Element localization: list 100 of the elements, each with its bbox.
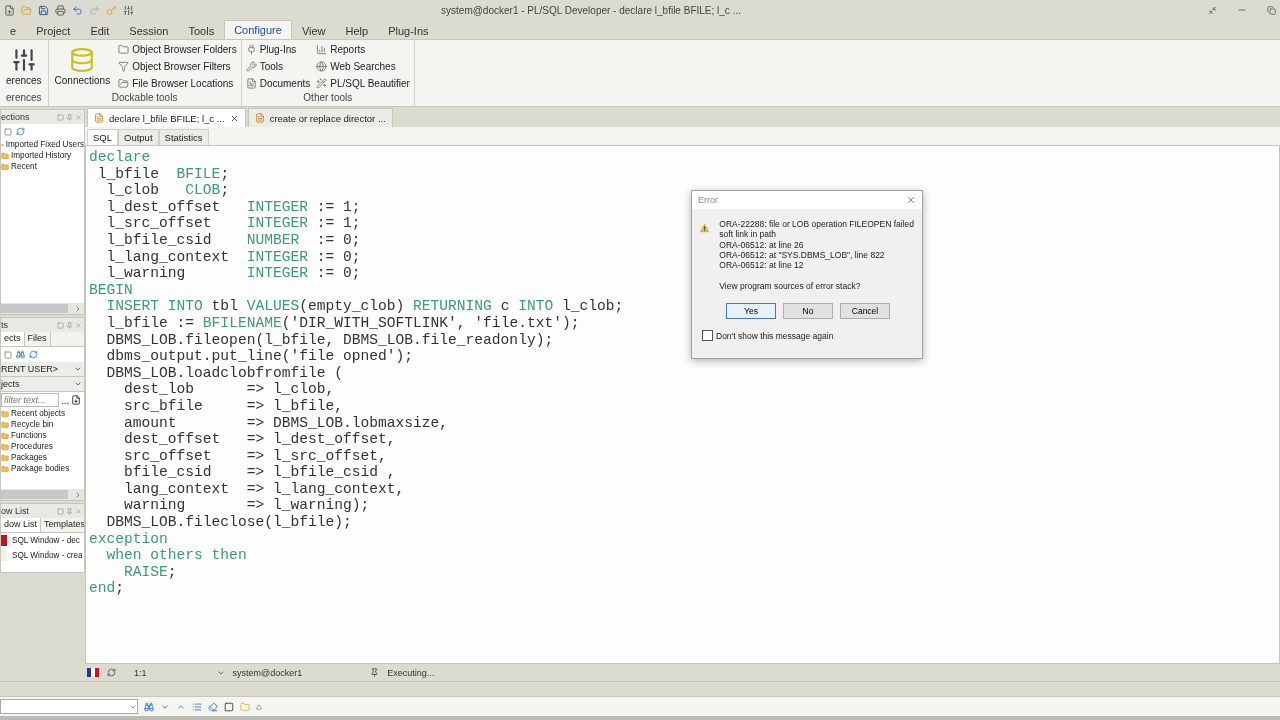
printer-icon bbox=[55, 4, 66, 16]
window-list-item[interactable]: SQL Window - crea bbox=[1, 548, 84, 563]
menu-tab[interactable]: Tools bbox=[178, 22, 225, 39]
error-message-line: soft link in path bbox=[719, 229, 778, 240]
folder-icon bbox=[1, 431, 9, 440]
sub-tab[interactable]: Output bbox=[118, 129, 159, 145]
code-line: end; bbox=[89, 580, 125, 598]
tree-item[interactable]: Recent bbox=[1, 161, 84, 172]
tree-item[interactable]: Imported Fixed Users bbox=[1, 139, 84, 150]
error-message-line: ORA-06512: at line 12 bbox=[719, 260, 805, 271]
restore-icon[interactable] bbox=[57, 507, 64, 515]
tree-item[interactable]: Package bodies bbox=[1, 463, 84, 474]
code-line: when others then bbox=[105, 547, 247, 564]
restore-icon[interactable] bbox=[57, 321, 64, 329]
binoculars-icon bbox=[144, 701, 154, 712]
sub-tab[interactable]: SQL bbox=[87, 129, 118, 145]
sliders-icon bbox=[10, 47, 37, 73]
menu-tab[interactable]: Session bbox=[119, 22, 179, 39]
ribbon-button[interactable]: Reports bbox=[316, 42, 410, 57]
scrollbar-thumb[interactable] bbox=[1, 490, 68, 499]
type-select[interactable]: jects bbox=[1, 377, 84, 392]
browse-button[interactable]: ... bbox=[61, 394, 70, 406]
code-line: l_src_offset INTEGER := 1; bbox=[105, 215, 361, 232]
code-line: amount => DBMS_LOB.lobmaxsize, bbox=[123, 414, 449, 432]
panel-tab[interactable]: Files bbox=[24, 332, 51, 346]
menu-tab[interactable]: e bbox=[0, 22, 27, 39]
refresh-icon bbox=[29, 350, 38, 359]
tree-item[interactable]: Functions bbox=[1, 430, 84, 441]
code-line: l_bfile_csid NUMBER := 0; bbox=[105, 231, 361, 249]
ribbon-button[interactable]: Object Browser Folders bbox=[118, 42, 237, 57]
group-label: Dockable tools bbox=[110, 92, 179, 105]
pin-icon[interactable] bbox=[66, 113, 73, 121]
panel-title: ts bbox=[1, 320, 8, 330]
panel-title: ow List bbox=[1, 506, 29, 516]
document-icon bbox=[94, 113, 104, 123]
restore-icon[interactable] bbox=[57, 113, 64, 121]
panel-tab[interactable]: ects bbox=[1, 332, 25, 346]
ribbon-button[interactable]: File Browser Locations bbox=[118, 76, 237, 91]
list-icon bbox=[192, 701, 202, 712]
close-icon[interactable] bbox=[906, 195, 916, 205]
menu-tab[interactable]: View bbox=[291, 22, 336, 39]
window-list-item[interactable]: SQL Window - dec bbox=[1, 533, 84, 548]
error-message-line: ORA-06512: at "SYS.DBMS_LOB", line 822 bbox=[719, 249, 886, 261]
new-file-icon[interactable] bbox=[71, 395, 82, 405]
restore-icon bbox=[1267, 5, 1276, 15]
folder-icon bbox=[1, 140, 4, 149]
code-editor[interactable] bbox=[85, 145, 1280, 664]
panel-tab[interactable]: dow List bbox=[1, 518, 42, 532]
code-line: DBMS_LOB.loadclobfromfile ( bbox=[105, 364, 343, 382]
ribbon-button[interactable]: Plug-Ins bbox=[245, 42, 311, 57]
tree-item[interactable]: Imported History bbox=[1, 150, 84, 161]
code-line: dbms_output.put_line('file opned'); bbox=[105, 348, 414, 365]
code-line: BEGIN bbox=[89, 281, 133, 299]
new-file-icon bbox=[4, 4, 15, 16]
menu-tab[interactable]: Configure bbox=[224, 20, 292, 39]
dialog-button[interactable]: Yes bbox=[726, 303, 776, 320]
editor-tab[interactable]: declare l_bfile BFILE; l_c ... bbox=[87, 108, 246, 127]
close-icon[interactable] bbox=[229, 113, 239, 123]
pin-icon[interactable] bbox=[66, 507, 73, 515]
dropdown-icon bbox=[256, 703, 262, 710]
scroll-right-icon[interactable] bbox=[74, 304, 82, 313]
menu-tab[interactable]: Plug-Ins bbox=[378, 22, 439, 39]
scroll-right-icon[interactable] bbox=[74, 490, 82, 499]
editor-tab[interactable]: create or replace director ... bbox=[247, 108, 393, 127]
filter-field[interactable]: filter text... bbox=[1, 393, 59, 407]
sliders-icon bbox=[123, 4, 134, 16]
ribbon-button[interactable]: Connections bbox=[52, 42, 113, 86]
dialog-button[interactable]: No bbox=[783, 303, 833, 320]
dialog-button[interactable]: Cancel bbox=[840, 303, 890, 320]
folder-icon bbox=[1, 464, 9, 473]
sub-tab[interactable]: Statistics bbox=[158, 129, 209, 145]
search-combo[interactable] bbox=[0, 699, 138, 714]
ribbon-button[interactable]: Tools bbox=[245, 59, 311, 74]
user-select[interactable]: RENT USER> bbox=[1, 362, 84, 377]
code-line: exception bbox=[89, 530, 168, 548]
key-icon bbox=[106, 4, 117, 16]
ribbon-button[interactable]: Documents bbox=[245, 76, 311, 91]
menu-tab[interactable]: Project bbox=[26, 22, 81, 39]
ribbon-button[interactable]: Web Searches bbox=[316, 59, 410, 74]
code-line: l_clob CLOB; bbox=[105, 182, 230, 199]
ribbon-button[interactable]: PL/SQL Beautifier bbox=[316, 76, 410, 91]
flag-icon bbox=[87, 668, 99, 677]
ribbon-button[interactable]: erences bbox=[4, 42, 44, 86]
code-line: bfile_csid => l_bfile_csid , bbox=[123, 464, 396, 481]
code-line: declare bbox=[89, 149, 151, 166]
menu-tab[interactable]: Help bbox=[335, 22, 379, 39]
ribbon-button[interactable]: Object Browser Filters bbox=[118, 59, 237, 74]
checkbox[interactable] bbox=[702, 330, 713, 342]
code-line: warning => l_warning); bbox=[123, 497, 370, 515]
tree-item[interactable]: Recycle bin bbox=[1, 419, 84, 430]
scrollbar-thumb[interactable] bbox=[1, 304, 68, 313]
window-icon bbox=[224, 701, 234, 712]
execution-status: Executing... bbox=[387, 667, 435, 678]
eraser-icon bbox=[208, 701, 218, 712]
tree-item[interactable]: Packages bbox=[1, 452, 84, 463]
menu-tab[interactable]: Edit bbox=[80, 22, 120, 39]
tree-item[interactable]: Recent objects bbox=[1, 408, 84, 419]
dialog-question: View program sources of error stack? bbox=[719, 281, 862, 292]
tree-item[interactable]: Procedures bbox=[1, 441, 84, 452]
pin-icon[interactable] bbox=[66, 321, 73, 329]
